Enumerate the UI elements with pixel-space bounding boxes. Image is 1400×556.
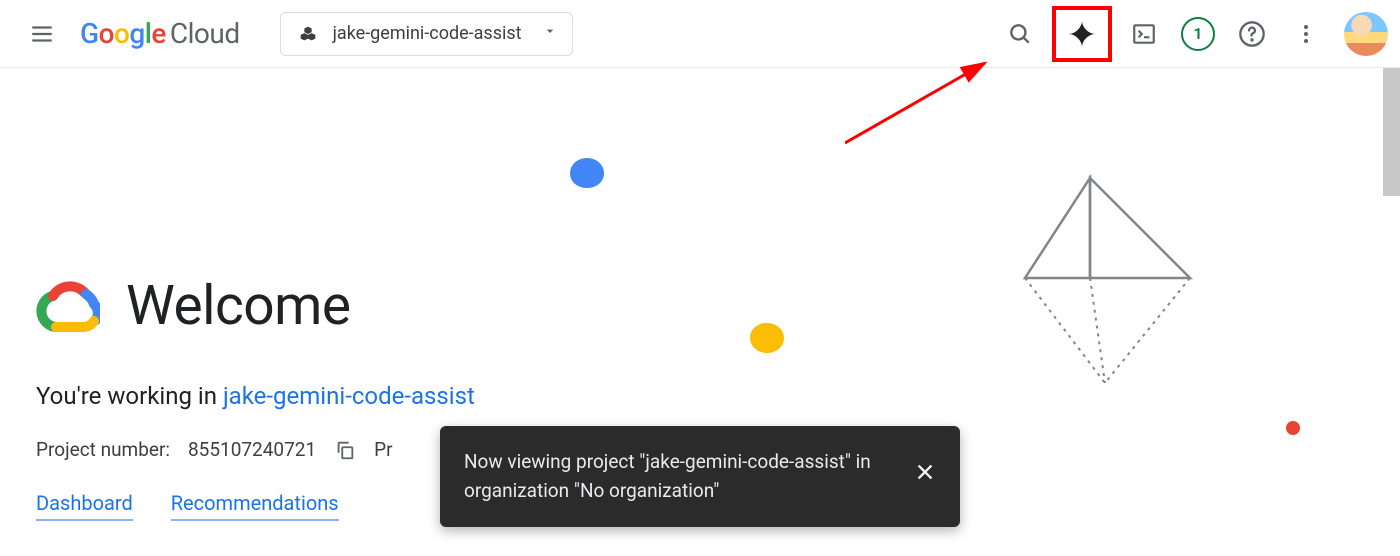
logo-cloud-text: Cloud <box>170 17 240 50</box>
more-options-button[interactable] <box>1284 12 1328 56</box>
project-picker[interactable]: jake-gemini-code-assist <box>280 12 573 56</box>
notification-count: 1 <box>1181 17 1215 51</box>
toast-notification: Now viewing project "jake-gemini-code-as… <box>440 426 960 527</box>
working-in-prefix: You're working in <box>36 382 223 410</box>
account-avatar[interactable] <box>1344 12 1388 56</box>
toast-close-button[interactable] <box>914 461 936 492</box>
annotation-highlight-box <box>1052 6 1112 62</box>
close-icon <box>914 461 936 483</box>
project-number-label: Project number: <box>36 438 170 461</box>
main-content: Welcome You're working in jake-gemini-co… <box>0 68 1400 556</box>
working-in-project-link[interactable]: jake-gemini-code-assist <box>223 382 475 410</box>
decorative-blob-blue <box>570 158 604 188</box>
google-cloud-product-icon <box>36 279 100 333</box>
toast-message: Now viewing project "jake-gemini-code-as… <box>464 448 894 505</box>
project-hex-icon <box>297 23 319 45</box>
dashboard-link[interactable]: Dashboard <box>36 491 133 521</box>
chevron-down-icon <box>542 23 558 44</box>
gemini-assist-button[interactable] <box>1066 18 1098 50</box>
decorative-blob-yellow <box>750 323 784 353</box>
copy-icon <box>334 439 356 461</box>
project-picker-label: jake-gemini-code-assist <box>333 23 522 44</box>
page-title: Welcome <box>126 274 351 338</box>
kebab-icon <box>1294 22 1318 46</box>
scrollbar[interactable] <box>1383 68 1400 196</box>
help-button[interactable] <box>1230 12 1274 56</box>
notifications-button[interactable]: 1 <box>1176 12 1220 56</box>
terminal-icon <box>1131 21 1157 47</box>
working-in-line: You're working in jake-gemini-code-assis… <box>36 382 1364 410</box>
main-menu-button[interactable] <box>20 12 64 56</box>
recommendations-link[interactable]: Recommendations <box>171 491 339 521</box>
project-number-value: 855107240721 <box>188 438 316 461</box>
hamburger-icon <box>29 21 55 47</box>
cloud-shell-button[interactable] <box>1122 12 1166 56</box>
search-icon <box>1007 21 1033 47</box>
search-button[interactable] <box>998 12 1042 56</box>
project-id-label-truncated: Pr <box>374 438 392 461</box>
help-icon <box>1238 20 1266 48</box>
copy-project-number-button[interactable] <box>334 439 356 461</box>
sparkle-icon <box>1066 18 1098 50</box>
decorative-blob-red <box>1286 421 1300 435</box>
header-bar: Google Cloud jake-gemini-code-assist 1 <box>0 0 1400 68</box>
google-cloud-logo[interactable]: Google Cloud <box>80 17 240 50</box>
